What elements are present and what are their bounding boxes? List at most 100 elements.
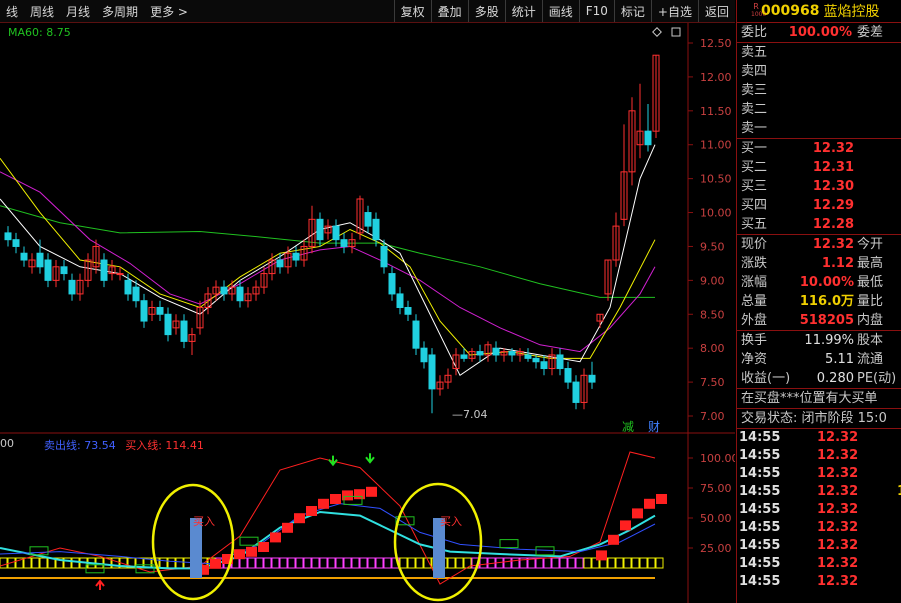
price-tick-label: 7.00 <box>700 410 725 423</box>
window-icon <box>671 27 681 37</box>
band-square <box>623 557 632 569</box>
band-square <box>311 557 320 569</box>
candle-down <box>316 218 324 241</box>
tick-row[interactable]: 14:55 12.32 <box>737 519 901 537</box>
sell-arrow-1 <box>328 455 338 467</box>
band-square <box>279 557 288 569</box>
weibi-row: 委比 100.00% 委差 <box>737 23 901 42</box>
tick-row[interactable]: 14:55 12.32 <box>737 537 901 555</box>
tick-row[interactable]: 14:55 12.32 1 <box>737 483 901 501</box>
ind-bar-red <box>210 558 221 569</box>
candle-down <box>460 354 468 359</box>
stock-name: 蓝焰控股 <box>823 4 880 20</box>
candle-down <box>388 273 396 295</box>
tick-list[interactable]: 14:55 12.32 14:55 12.32 14:55 12.32 14:55 12.32… <box>737 429 901 591</box>
stat-label-2: 量比 <box>857 294 884 309</box>
band-square <box>575 557 584 569</box>
ind-bar-red <box>258 542 269 552</box>
toolbar-right-item-0[interactable]: 复权 <box>393 0 431 22</box>
cai-badge[interactable]: 财 <box>648 418 660 435</box>
candle-down <box>564 368 572 383</box>
candle-down <box>164 313 172 336</box>
toolbar-right-item-1[interactable]: 叠加 <box>430 0 468 22</box>
stat-value: 116.0万 <box>799 294 854 309</box>
toolbar-left-item-3[interactable]: 多周期 <box>96 3 144 20</box>
kline-chart[interactable]: 12.50 12.00 11.50 11.00 10.50 10.00 9.50 9.00 8.… <box>0 23 735 603</box>
buy-signal-label-1: 买入 <box>193 515 215 528</box>
candle-down <box>532 357 540 363</box>
stat2-label-2: 流通 <box>857 352 884 367</box>
band-square <box>447 557 456 569</box>
ma10-line <box>0 157 656 359</box>
band-square <box>343 557 352 569</box>
toolbar-right-item-3[interactable]: 统计 <box>504 0 542 22</box>
toolbar-right-item-2[interactable]: 多股 <box>467 0 505 22</box>
candle-down <box>36 252 44 268</box>
tick-time: 14:55 <box>739 502 781 517</box>
toolbar-right-item-7[interactable]: +自选 <box>650 0 698 22</box>
tick-row[interactable]: 14:55 12.32 <box>737 501 901 519</box>
candle-down <box>132 286 140 302</box>
stat-row: 外盘 518205 内盘 <box>737 311 901 330</box>
toolbar-left-item-4[interactable]: 更多 > <box>144 3 194 20</box>
band-square <box>271 557 280 569</box>
price-tick-label: 12.50 <box>700 37 732 50</box>
sell-label: 卖五 <box>741 45 768 60</box>
stat-value: 518205 <box>799 313 854 328</box>
toolbar-left-item-0[interactable]: 线 <box>0 3 24 20</box>
buy-row: 买四 12.29 <box>737 196 901 215</box>
kline-svg[interactable]: 12.50 12.00 11.50 11.00 10.50 10.00 9.50 9.00 8.… <box>0 23 735 603</box>
band-square <box>399 557 408 569</box>
tick-price: 12.32 <box>817 520 859 535</box>
ind-bar-red <box>306 506 317 516</box>
stat-value: 12.32 <box>812 237 854 252</box>
stat2-value: 5.11 <box>825 352 854 367</box>
candle-down <box>100 259 108 281</box>
stat-row: 现价 12.32 今开 <box>737 235 901 254</box>
band-square <box>583 557 592 569</box>
tick-time: 14:55 <box>739 520 781 535</box>
band-square <box>567 557 576 569</box>
indicator-legend: 卖出线: 73.54 买入线: 114.41 <box>44 437 204 453</box>
toolbar-right-item-8[interactable]: 返回 <box>697 0 735 22</box>
sell-orders: 卖五 卖四 卖三 卖二 卖一 <box>737 43 901 138</box>
tick-row[interactable]: 14:55 12.32 <box>737 555 901 573</box>
tick-row[interactable]: 14:55 12.32 <box>737 465 901 483</box>
stat-row: 涨跌 1.12 最高 <box>737 254 901 273</box>
toolbar-left-item-1[interactable]: 周线 <box>24 3 60 20</box>
trade-status: 交易状态: 闭市阶段 15:0 <box>741 411 887 426</box>
band-square <box>327 557 336 569</box>
tick-row[interactable]: 14:55 12.32 <box>737 573 901 591</box>
toolbar-right-item-4[interactable]: 画线 <box>541 0 579 22</box>
stat-value: 1.12 <box>821 256 854 271</box>
band-square <box>383 557 392 569</box>
buy-price: 12.31 <box>812 160 854 175</box>
band-square <box>351 557 360 569</box>
toolbar-right-item-5[interactable]: F10 <box>578 0 614 22</box>
candle-down <box>4 232 12 241</box>
ind-bar-red <box>644 498 655 509</box>
ind-tick-label: 25.00 <box>700 542 732 555</box>
tick-row[interactable]: 14:55 12.32 <box>737 447 901 465</box>
quote-panel: R 1000 000968 蓝焰控股 委比 100.00% 委差 卖五 卖四 卖三 卖二… <box>736 0 901 603</box>
ind-tick-label: 100.00 <box>700 452 735 465</box>
ind-bar-red <box>620 520 631 531</box>
sell-label: 卖二 <box>741 102 768 117</box>
band-square <box>175 557 184 569</box>
band-square <box>303 557 312 569</box>
jian-badge[interactable]: 减 <box>622 418 634 435</box>
band-square <box>239 557 248 569</box>
ind-bar-red <box>632 508 643 519</box>
candle-down <box>364 212 372 227</box>
tick-row[interactable]: 14:55 12.32 <box>737 429 901 447</box>
toolbar-left-item-2[interactable]: 月线 <box>60 3 96 20</box>
toolbar-right-item-6[interactable]: 标记 <box>613 0 651 22</box>
sell-row: 卖五 <box>737 43 901 62</box>
ind-bar-red <box>294 513 305 524</box>
sell-row: 卖三 <box>737 81 901 100</box>
weicha-label: 委差 <box>857 25 884 40</box>
sell-row: 卖一 <box>737 119 901 138</box>
tick-price: 12.32 <box>817 556 859 571</box>
tick-price: 12.32 <box>817 538 859 553</box>
tick-price: 12.32 <box>817 574 859 589</box>
